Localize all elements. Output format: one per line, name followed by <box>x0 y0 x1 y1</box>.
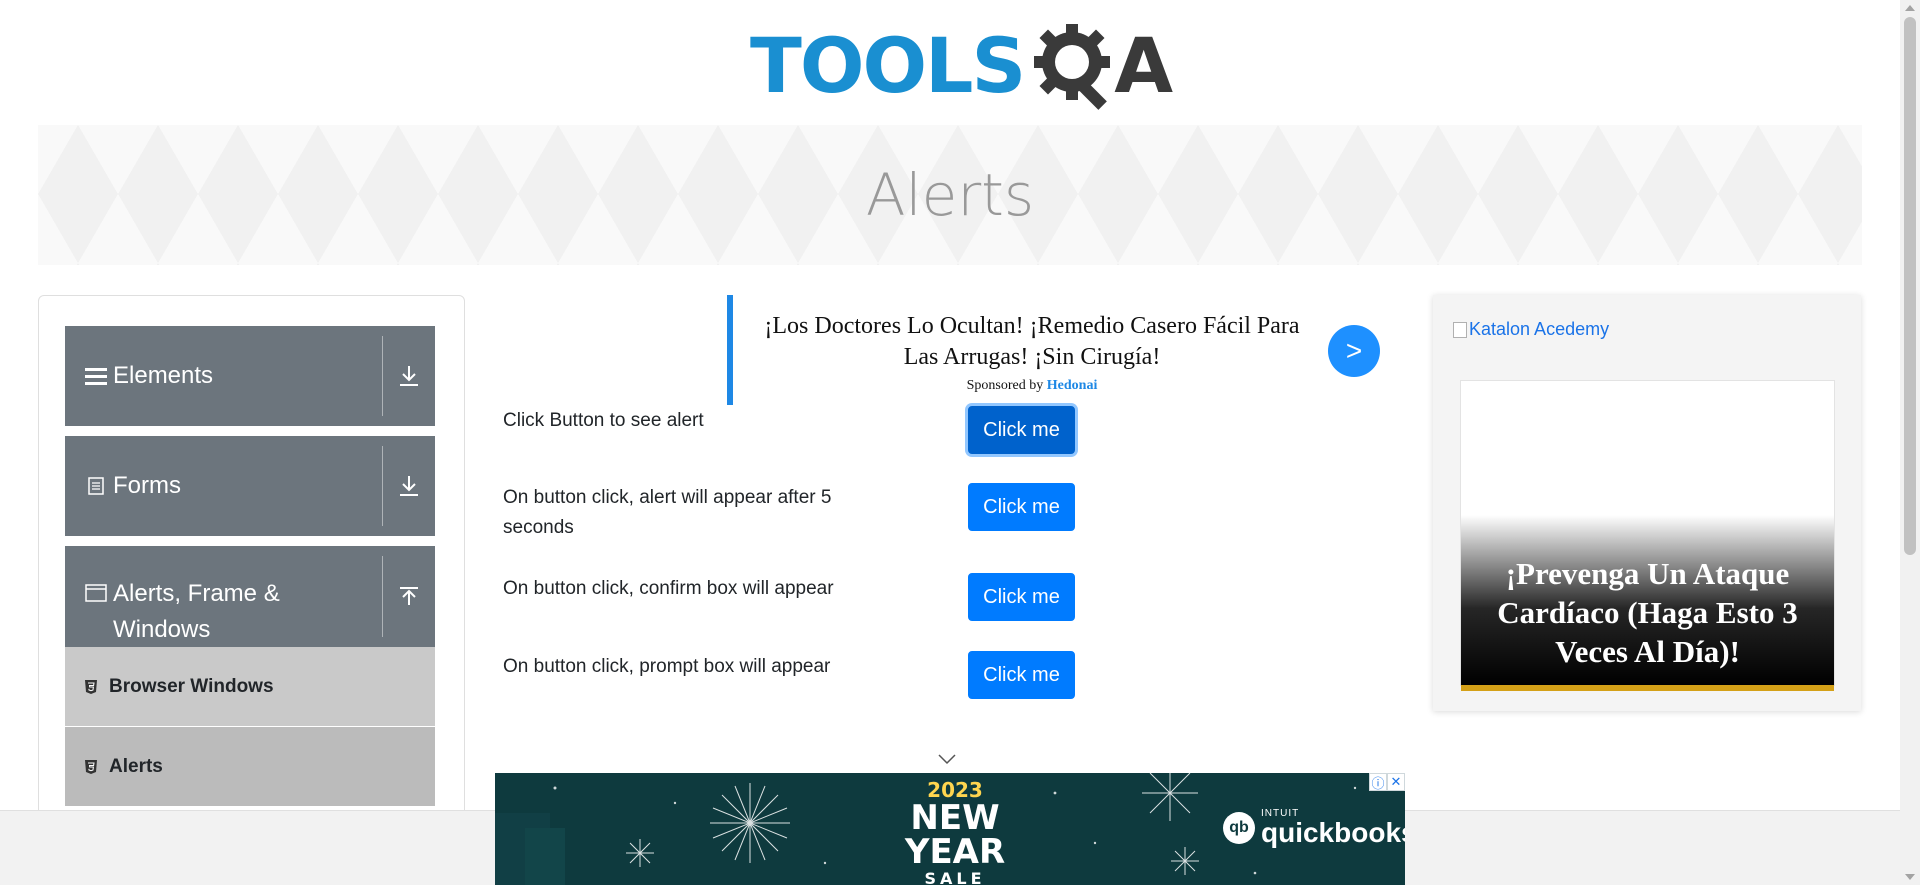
ad-controls: ⓘ ✕ <box>1369 773 1405 791</box>
divider <box>382 446 383 526</box>
timer-alert-button[interactable]: Click me <box>968 483 1075 531</box>
sidebar-item-browser-windows[interactable]: Browser Windows <box>65 647 435 727</box>
ad-sponsor-line: Sponsored by Hedonai <box>747 378 1317 394</box>
broken-image-icon <box>1453 321 1467 338</box>
scroll-up-arrow-icon[interactable] <box>1905 5 1915 11</box>
ad-sponsor-name[interactable]: Hedonai <box>1047 378 1098 393</box>
sidebar-group-forms[interactable]: Forms <box>65 436 435 536</box>
sidebar-item-label: Browser Windows <box>109 675 274 697</box>
html5-icon <box>83 679 99 695</box>
sidebar-group-label: Elements <box>113 362 214 389</box>
download-icon[interactable] <box>393 436 425 536</box>
page-banner: Alerts <box>38 125 1862 265</box>
sidebar-item-label: Alerts <box>109 755 163 777</box>
quickbooks-logo: qb INTUIT quickbooks <box>1223 809 1405 847</box>
new-year-sale-text: 2023 NEW YEAR SALE <box>890 779 1020 885</box>
sidebar-group-alerts-frame-windows[interactable]: Alerts, Frame & Windows <box>65 546 435 647</box>
gear-magnifier-icon <box>1028 20 1120 112</box>
alert-row-label: Click Button to see alert <box>503 410 704 431</box>
hamburger-icon <box>85 366 107 386</box>
prompt-button[interactable]: Click me <box>968 651 1075 699</box>
document-icon <box>85 477 107 495</box>
toolsqa-logo[interactable]: TOOLS A <box>750 18 1173 114</box>
ad-caption[interactable]: ¡Prevenga Un Ataque Cardíaco (Haga Esto … <box>1471 554 1824 671</box>
sidebar-group-label: Forms <box>113 472 181 499</box>
ad-close-icon[interactable]: ✕ <box>1387 773 1405 791</box>
ad-info-icon[interactable]: ⓘ <box>1369 773 1387 791</box>
timer-alert-row-label: On button click, alert will appear after… <box>503 487 832 538</box>
ad-headline[interactable]: ¡Los Doctores Lo Ocultan! ¡Remedio Caser… <box>747 311 1317 373</box>
alert-button[interactable]: Click me <box>968 406 1075 454</box>
download-icon[interactable] <box>393 326 425 426</box>
sponsored-ad[interactable]: ¡Los Doctores Lo Ocultan! ¡Remedio Caser… <box>727 295 1382 405</box>
divider <box>382 336 383 416</box>
logo-text-tools: TOOLS <box>750 21 1026 110</box>
scrollbar-thumb[interactable] <box>1904 17 1916 555</box>
ad-accent-bar <box>1461 685 1834 691</box>
quickbooks-label: quickbooks <box>1261 817 1405 848</box>
sponsored-by-text: Sponsored by <box>966 378 1044 393</box>
ad-card[interactable]: ¡Prevenga Un Ataque Cardíaco (Haga Esto … <box>1460 380 1835 691</box>
ad-next-button[interactable]: > <box>1328 325 1380 377</box>
sale-line-2: YEAR <box>904 832 1006 872</box>
broken-image-link[interactable]: Katalon Acedemy <box>1453 319 1609 340</box>
quickbooks-ad[interactable]: 2023 NEW YEAR SALE qb INTUIT quickbooks … <box>495 773 1405 885</box>
right-ad[interactable]: Katalon Acedemy ¡Prevenga Un Ataque Card… <box>1433 295 1861 711</box>
sale-line-1: NEW <box>910 798 1000 838</box>
sidebar-group-label: Alerts, Frame & Windows <box>113 580 280 643</box>
scroll-down-arrow-icon[interactable] <box>1905 874 1915 880</box>
quickbooks-mark-icon: qb <box>1223 812 1255 844</box>
divider <box>382 556 383 637</box>
sidebar-item-alerts[interactable]: Alerts <box>65 727 435 807</box>
page-title: Alerts <box>865 161 1035 229</box>
vertical-scrollbar[interactable] <box>1900 0 1920 885</box>
window-icon <box>85 584 107 602</box>
upload-icon[interactable] <box>393 546 425 647</box>
chevron-down-icon[interactable] <box>937 752 957 770</box>
logo-text-a: A <box>1114 21 1174 110</box>
confirm-button[interactable]: Click me <box>968 573 1075 621</box>
left-sidebar: Elements Forms Alerts, Frame & Windows B… <box>38 295 465 885</box>
sidebar-group-elements[interactable]: Elements <box>65 326 435 426</box>
prompt-row-label: On button click, prompt box will appear <box>503 656 831 677</box>
image-alt-text: Katalon Acedemy <box>1469 319 1610 339</box>
confirm-row-label: On button click, confirm box will appear <box>503 578 834 599</box>
html5-icon <box>83 759 99 775</box>
